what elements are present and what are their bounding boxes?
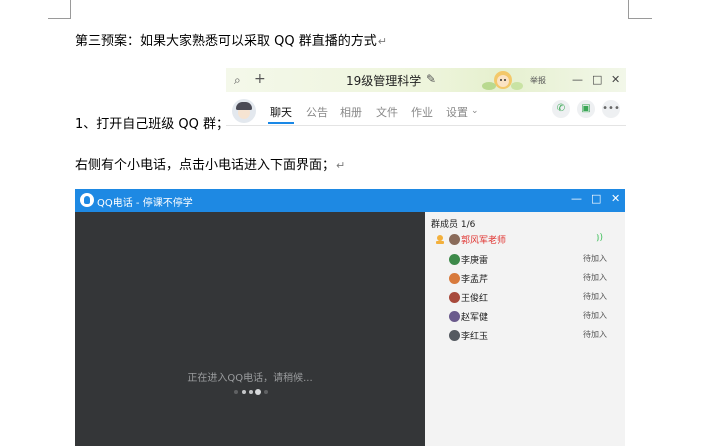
member-name: 李庚雷 — [461, 256, 489, 266]
paragraph-mark: ↵ — [336, 159, 346, 172]
report-link[interactable]: 举报 — [530, 75, 546, 86]
member-avatar — [449, 254, 460, 265]
member-name: 郭风军老师 — [461, 236, 507, 246]
member-avatar — [449, 234, 460, 245]
member-row[interactable]: 赵军健 待加入 — [425, 309, 625, 325]
phone-icon[interactable]: ✆ — [552, 100, 570, 118]
connecting-status-text: 正在进入QQ电话，请稍候... — [187, 373, 313, 384]
crop-mark-top-right-h — [628, 18, 652, 19]
group-title: 19级管理科学 — [346, 74, 422, 88]
call-window-title: QQ电话 - 停课不停学 — [97, 198, 193, 209]
maximize-icon[interactable]: □ — [592, 73, 602, 86]
members-header: 群成员 1/6 — [431, 220, 476, 230]
edit-icon[interactable]: ✎ — [426, 72, 436, 86]
member-avatar — [449, 273, 460, 284]
share-screen-icon[interactable]: ▣ — [577, 100, 595, 118]
voice-active-icon: ⦆) — [596, 233, 603, 243]
more-icon[interactable]: ••• — [602, 100, 620, 118]
tab-announcement[interactable]: 公告 — [306, 104, 328, 120]
qq-call-window-screenshot: QQ电话 - 停课不停学 — □ ✕ 正在进入QQ电话，请稍候... 群成员 1… — [75, 189, 625, 446]
member-row[interactable]: 郭风军老师 ⦆) — [425, 232, 625, 248]
search-icon[interactable]: ⌕ — [234, 73, 241, 88]
member-status: 待加入 — [583, 330, 607, 339]
member-row[interactable]: 李庚雷 待加入 — [425, 252, 625, 268]
member-status: 待加入 — [583, 292, 607, 301]
member-name: 赵军健 — [461, 313, 489, 323]
document-heading: 第三预案：如果大家熟悉可以采取 QQ 群直播的方式↵ — [75, 34, 387, 50]
add-icon[interactable]: + — [254, 71, 266, 87]
member-status: 待加入 — [583, 311, 607, 320]
tab-files[interactable]: 文件 — [376, 104, 398, 120]
call-video-area: 正在进入QQ电话，请稍候... — [75, 212, 425, 446]
tab-settings[interactable]: 设置 — [446, 104, 468, 120]
active-tab-underline — [268, 122, 294, 124]
member-avatar — [449, 292, 460, 303]
members-panel: 群成员 1/6 郭风军老师 ⦆) 李庚雷 待加入 李孟芹 待加入 王俊红 待加入 — [425, 212, 625, 446]
minimize-icon[interactable]: — — [572, 73, 583, 86]
qq-logo-icon — [80, 193, 94, 207]
step1-paragraph: 1、打开自己班级 QQ 群； — [75, 117, 229, 133]
member-avatar — [449, 330, 460, 341]
member-name: 李红玉 — [461, 332, 489, 342]
crop-mark-top-right-v — [628, 0, 629, 18]
member-name: 李孟芹 — [461, 275, 489, 285]
member-avatar — [449, 311, 460, 322]
close-icon[interactable]: ✕ — [611, 73, 620, 86]
member-row[interactable]: 李红玉 待加入 — [425, 328, 625, 344]
host-crown-icon — [436, 235, 444, 244]
step1-text: 1、打开自己班级 QQ 群； — [75, 117, 230, 132]
minimize-icon[interactable]: — — [571, 192, 582, 205]
tab-chat[interactable]: 聊天 — [270, 104, 292, 120]
crop-mark-top-left-v — [70, 0, 71, 18]
step2-text: 右侧有个小电话，点击小电话进入下面界面； — [75, 158, 336, 173]
maximize-icon[interactable]: □ — [591, 192, 601, 205]
member-status: 待加入 — [583, 273, 607, 282]
member-status: 待加入 — [583, 254, 607, 263]
paragraph-mark: ↵ — [377, 35, 387, 48]
group-avatar[interactable] — [232, 99, 256, 123]
member-name: 王俊红 — [461, 294, 489, 304]
tab-homework[interactable]: 作业 — [411, 104, 433, 120]
chevron-down-icon[interactable]: ⌄ — [471, 106, 479, 116]
cartoon-decoration-icon — [482, 71, 523, 90]
close-icon[interactable]: ✕ — [611, 192, 620, 205]
tab-album[interactable]: 相册 — [340, 104, 362, 120]
call-titlebar: QQ电话 - 停课不停学 — □ ✕ — [75, 189, 625, 212]
member-row[interactable]: 李孟芹 待加入 — [425, 271, 625, 287]
crop-mark-top-left-h — [48, 18, 71, 19]
step2-paragraph: 右侧有个小电话，点击小电话进入下面界面；↵ — [75, 158, 345, 174]
loading-indicator — [232, 389, 272, 395]
qq-group-window-screenshot: ⌕ + 19级管理科学 ✎ 举报 — □ ✕ 聊天 公告 相册 文件 作业 设置… — [226, 68, 626, 126]
heading-text: 第三预案：如果大家熟悉可以采取 QQ 群直播的方式 — [75, 34, 377, 49]
member-row[interactable]: 王俊红 待加入 — [425, 290, 625, 306]
